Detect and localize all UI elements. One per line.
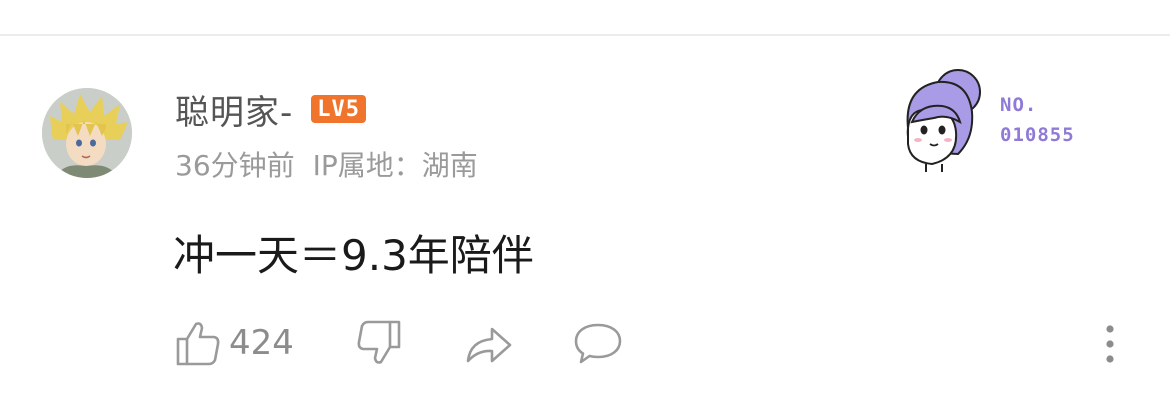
decoration-label-no: NO. bbox=[1000, 94, 1038, 116]
comment-time: 36分钟前 bbox=[175, 149, 295, 182]
thumbs-up-icon bbox=[176, 322, 220, 366]
comment-actions: 424 bbox=[175, 318, 624, 368]
like-count: 424 bbox=[229, 323, 294, 363]
username[interactable]: 聪明家- bbox=[175, 85, 293, 134]
share-button[interactable] bbox=[464, 319, 514, 367]
level-badge: LV5 bbox=[311, 95, 367, 123]
username-row: 聪明家- LV5 bbox=[175, 85, 367, 134]
dislike-button[interactable] bbox=[356, 319, 402, 367]
share-arrow-icon bbox=[466, 327, 512, 363]
reply-button[interactable] bbox=[572, 319, 624, 367]
more-vertical-icon[interactable] bbox=[1098, 322, 1122, 366]
top-divider bbox=[0, 34, 1170, 36]
avatar[interactable] bbox=[42, 88, 132, 178]
comment-card: 聪明家- LV5 36分钟前 IP属地：湖南 冲一天＝9.3年陪伴 NO. 01… bbox=[0, 0, 1170, 410]
comment-bubble-icon bbox=[574, 323, 622, 364]
thumbs-down-icon bbox=[357, 320, 401, 364]
ip-location: IP属地：湖南 bbox=[312, 149, 478, 182]
comment-text: 冲一天＝9.3年陪伴 bbox=[173, 231, 534, 280]
decoration-label-number: 010855 bbox=[1000, 124, 1075, 146]
decoration-sticker-icon bbox=[906, 69, 981, 172]
comment-meta: 36分钟前 IP属地：湖南 bbox=[175, 144, 478, 184]
like-button[interactable]: 424 bbox=[175, 319, 294, 367]
